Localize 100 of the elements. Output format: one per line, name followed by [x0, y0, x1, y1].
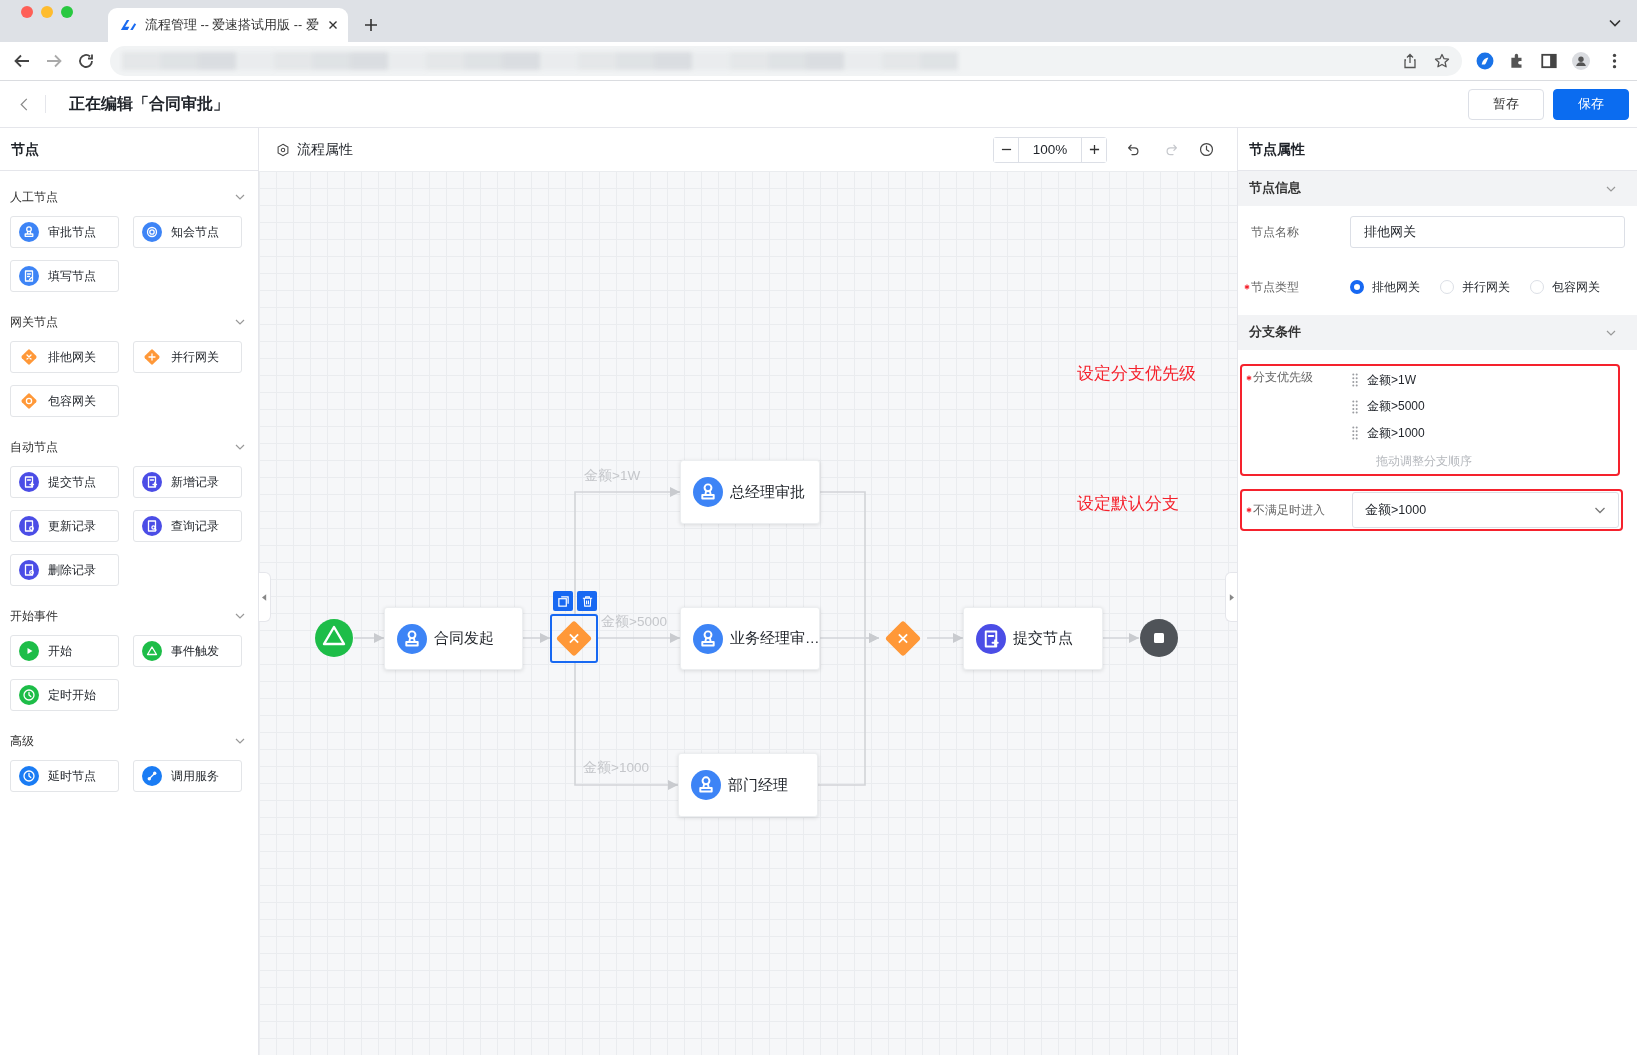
flow-properties-label[interactable]: 流程属性: [297, 140, 353, 159]
task-node[interactable]: 合同发起: [384, 607, 523, 670]
node-type-item[interactable]: 包容网关: [10, 385, 119, 417]
node-type-item[interactable]: 删除记录: [10, 554, 119, 586]
task-node[interactable]: 业务经理审…: [680, 607, 820, 670]
node-type-item[interactable]: 事件触发: [133, 635, 242, 667]
node-label: 提交节点: [1013, 629, 1073, 648]
drag-handle-icon[interactable]: [1352, 399, 1358, 414]
clock-icon: [19, 685, 39, 705]
node-type-item[interactable]: 更新记录: [10, 510, 119, 542]
connector: [1102, 633, 1140, 643]
drag-handle-icon[interactable]: [1352, 373, 1358, 388]
document-plus-icon: [19, 472, 39, 492]
collapse-handle[interactable]: [259, 572, 271, 622]
node-type-item[interactable]: 延时节点: [10, 760, 119, 792]
document-icon: [19, 516, 39, 536]
radio-option[interactable]: 并行网关: [1440, 278, 1510, 296]
annotation-text: 设定默认分支: [1077, 493, 1179, 515]
star-icon[interactable]: [1434, 53, 1450, 69]
field-label: 节点名称: [1251, 223, 1299, 241]
node-label: 总经理审批: [730, 482, 805, 502]
settings-icon[interactable]: [276, 142, 290, 157]
trash-icon: [580, 594, 594, 608]
chevron-down-icon[interactable]: [1609, 19, 1621, 27]
node-type-item[interactable]: 调用服务: [133, 760, 242, 792]
extension-logo-icon[interactable]: [1476, 52, 1494, 70]
document-gear-icon: [19, 560, 39, 580]
radio-button[interactable]: [1350, 280, 1364, 294]
node-type-item[interactable]: 排他网关: [10, 341, 119, 373]
browser-tab[interactable]: 流程管理 -- 爱速搭试用版 -- 爱: [108, 8, 348, 42]
task-node[interactable]: 总经理审批: [680, 460, 820, 524]
close-window-icon[interactable]: [21, 5, 33, 18]
section-header[interactable]: 节点信息: [1238, 171, 1637, 206]
document-edit-icon: [19, 266, 39, 286]
plus-icon[interactable]: [364, 18, 378, 32]
person-icon: [19, 222, 39, 242]
radio-option[interactable]: 包容网关: [1530, 278, 1600, 296]
document-plus-icon: [976, 623, 1006, 654]
close-icon[interactable]: [328, 20, 338, 30]
input-field[interactable]: 排他网关: [1350, 216, 1625, 248]
person-icon: [693, 623, 723, 654]
gateway-node[interactable]: [550, 614, 598, 663]
section-header[interactable]: 分支条件: [1238, 315, 1637, 350]
task-node[interactable]: 部门经理: [678, 753, 818, 817]
node-label: 合同发起: [434, 629, 494, 648]
clock-icon[interactable]: [1198, 141, 1215, 158]
task-node[interactable]: 提交节点: [963, 607, 1103, 670]
tab-title: 流程管理 -- 爱速搭试用版 -- 爱: [145, 16, 320, 34]
group-title: 开始事件: [10, 607, 58, 625]
connector: [522, 633, 551, 643]
node-type-item[interactable]: 定时开始: [10, 679, 119, 711]
play-icon: [19, 641, 39, 661]
node-type-item[interactable]: 新增记录: [133, 466, 242, 498]
section-title: 分支条件: [1249, 324, 1301, 341]
maximize-window-icon[interactable]: [61, 5, 73, 18]
annotation-text: 设定分支优先级: [1077, 363, 1196, 385]
menu-icon[interactable]: [1612, 52, 1617, 70]
profile-icon[interactable]: [1572, 52, 1590, 70]
save-button[interactable]: 保存: [1553, 88, 1629, 120]
caret-right-icon: [1229, 593, 1234, 601]
share-icon[interactable]: [1402, 53, 1418, 69]
reload-icon[interactable]: [77, 52, 95, 70]
forward-icon[interactable]: [45, 52, 63, 70]
branch-item[interactable]: 金额>1000: [1367, 424, 1425, 442]
delete-button[interactable]: [577, 591, 597, 611]
node-type-item[interactable]: 并行网关: [133, 341, 242, 373]
select-field[interactable]: 金额>1000: [1352, 492, 1619, 528]
node-type-item[interactable]: 查询记录: [133, 510, 242, 542]
back-icon[interactable]: [13, 52, 31, 70]
person-icon: [693, 477, 723, 507]
person-icon: [397, 623, 427, 654]
draft-button[interactable]: 暂存: [1468, 88, 1544, 120]
start-node[interactable]: [314, 618, 354, 658]
node-type-item[interactable]: 填写节点: [10, 260, 119, 292]
connector: [353, 633, 385, 643]
side-panel-icon[interactable]: [1540, 52, 1558, 70]
branch-item[interactable]: 金额>1W: [1367, 371, 1416, 389]
end-node[interactable]: [1139, 618, 1179, 658]
drag-handle-icon[interactable]: [1352, 426, 1358, 441]
branch-item[interactable]: 金额>5000: [1367, 398, 1425, 416]
node-type-item[interactable]: 提交节点: [10, 466, 119, 498]
section-title: 节点信息: [1249, 180, 1301, 197]
copy-icon: [556, 594, 570, 608]
node-type-item[interactable]: 知会节点: [133, 216, 242, 248]
field-label: 节点类型: [1251, 278, 1299, 296]
link-icon: [142, 766, 162, 786]
logo-icon: [120, 18, 137, 32]
field-label: 分支优先级: [1253, 369, 1313, 386]
copy-button[interactable]: [553, 591, 573, 611]
clock-icon: [19, 766, 39, 786]
collapse-handle[interactable]: [1225, 572, 1237, 622]
group-title: 高级: [10, 732, 34, 750]
radio-option[interactable]: 排他网关: [1350, 278, 1420, 296]
group-title: 自动节点: [10, 438, 58, 456]
field-label: 不满足时进入: [1253, 501, 1325, 519]
page-title: 正在编辑「合同审批」: [69, 93, 229, 114]
connector: [926, 633, 964, 643]
hint-text: 拖动调整分支顺序: [1376, 453, 1472, 469]
node-type-item[interactable]: 审批节点: [10, 216, 119, 248]
node-type-item[interactable]: 开始: [10, 635, 119, 667]
